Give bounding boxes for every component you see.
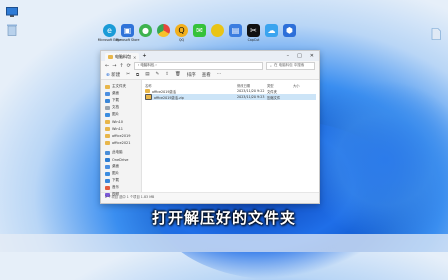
- cut-icon[interactable]: ✂: [126, 72, 130, 77]
- cloud-icon[interactable]: ☁: [264, 24, 279, 42]
- column-header-type[interactable]: 类型: [267, 83, 293, 88]
- share-icon[interactable]: ⇪: [165, 72, 169, 77]
- recycle-bin-icon[interactable]: [4, 22, 20, 38]
- monitor-icon[interactable]: [4, 4, 20, 20]
- taskbar: [0, 234, 448, 252]
- navigation-bar: ← → ↑ ⟳ › 电脑料包 › ⌕ 在 电脑料包 中搜索: [101, 61, 319, 70]
- close-button[interactable]: ✕: [310, 53, 314, 59]
- column-header-name[interactable]: 名称: [145, 83, 237, 88]
- sidebar-item[interactable]: 桌面: [101, 163, 141, 170]
- folder-icon: [108, 55, 113, 59]
- tab-current-folder[interactable]: 电脑料包 ✕: [105, 53, 140, 61]
- document-icon: [105, 105, 110, 110]
- video-subtitle: 打开解压好的文件夹: [151, 209, 296, 227]
- capcut-icon[interactable]: ✂ CapCut: [246, 24, 261, 42]
- file-explorer-window: 电脑料包 ✕ + – □ ✕ ← → ↑ ⟳ › 电脑料包 › ⌕ 在 电脑料包 …: [100, 50, 320, 204]
- file-list: 名称 修改日期 类型 大小 office2019激活 2023/11/20 9:…: [142, 80, 319, 192]
- sidebar-item[interactable]: 下载: [101, 177, 141, 184]
- column-header-date[interactable]: 修改日期: [237, 83, 267, 88]
- sidebar-item[interactable]: office2021: [101, 139, 141, 146]
- refresh-icon[interactable]: ⟳: [127, 63, 131, 69]
- paste-icon[interactable]: ▤: [145, 72, 149, 77]
- new-button[interactable]: ⊕ 新建: [106, 72, 120, 78]
- back-arrow-icon[interactable]: ←: [105, 63, 109, 69]
- chrome-icon[interactable]: [156, 24, 171, 42]
- sidebar-item[interactable]: 音乐: [101, 184, 141, 191]
- app-icon[interactable]: ▤: [228, 24, 243, 42]
- new-tab-icon[interactable]: +: [142, 53, 146, 59]
- desktop-icon: [105, 91, 110, 96]
- desktop-icon: [105, 164, 110, 169]
- folder-icon: [105, 126, 110, 131]
- picture-icon: [105, 112, 110, 117]
- tab-title: 电脑料包: [115, 54, 131, 59]
- cloud-icon: [105, 157, 110, 162]
- status-bar: 2 个项目 选中 1 个项目 1.83 MB: [101, 192, 319, 200]
- column-header-size[interactable]: 大小: [293, 83, 313, 88]
- folder-icon: [145, 89, 150, 93]
- home-icon: [105, 84, 110, 89]
- sidebar-item[interactable]: 图片: [101, 170, 141, 177]
- sidebar-item[interactable]: OneDrive: [101, 156, 141, 163]
- folder-icon: [105, 140, 110, 145]
- more-button[interactable]: ···: [217, 72, 221, 77]
- store-icon[interactable]: ▣ Microsoft Store: [116, 24, 139, 42]
- sidebar-item[interactable]: 桌面: [101, 90, 141, 97]
- blue-app-icon[interactable]: ⬢: [282, 24, 297, 42]
- copy-icon[interactable]: ⧉: [136, 72, 139, 78]
- address-bar[interactable]: › 电脑料包 ›: [133, 61, 263, 70]
- file-icon[interactable]: [428, 26, 444, 42]
- search-input[interactable]: ⌕ 在 电脑料包 中搜索: [266, 61, 315, 70]
- sort-button[interactable]: 排序: [187, 72, 196, 78]
- folder-icon: [105, 133, 110, 138]
- close-tab-icon[interactable]: ✕: [133, 55, 136, 60]
- title-bar: 电脑料包 ✕ + – □ ✕: [101, 51, 319, 61]
- sidebar-item[interactable]: Win11: [101, 125, 141, 132]
- yellow-app-icon[interactable]: [210, 24, 225, 42]
- search-icon: ⌕: [270, 63, 272, 68]
- qq-icon[interactable]: Q QQ: [174, 24, 189, 42]
- zip-folder-icon: [145, 94, 152, 100]
- wechat-icon[interactable]: ✉: [192, 24, 207, 42]
- picture-icon: [105, 171, 110, 176]
- navigation-pane: 主文件夹 桌面 下载 文档 图片 Win10 Win11 office2019 …: [101, 80, 142, 197]
- view-button[interactable]: 查看: [202, 72, 211, 78]
- plus-icon: ⊕: [106, 72, 110, 78]
- column-headers: 名称 修改日期 类型 大小: [145, 82, 316, 88]
- download-icon: [105, 98, 110, 103]
- folder-icon: [105, 119, 110, 124]
- delete-icon[interactable]: 🗑: [175, 72, 181, 77]
- this-pc-icon: [105, 150, 110, 155]
- download-icon: [105, 178, 110, 183]
- green-app-icon[interactable]: ●: [138, 24, 153, 42]
- maximize-button[interactable]: □: [297, 53, 302, 59]
- forward-arrow-icon[interactable]: →: [112, 63, 116, 69]
- sidebar-item[interactable]: Win10: [101, 118, 141, 125]
- up-arrow-icon[interactable]: ↑: [119, 63, 123, 69]
- sidebar-item[interactable]: 文档: [101, 104, 141, 111]
- minimize-button[interactable]: –: [287, 53, 290, 59]
- sidebar-item[interactable]: 下载: [101, 97, 141, 104]
- sidebar-item[interactable]: 图片: [101, 111, 141, 118]
- rename-icon[interactable]: ✎: [155, 72, 159, 77]
- sidebar-item[interactable]: 主文件夹: [101, 83, 141, 90]
- music-icon: [105, 185, 110, 190]
- sidebar-item[interactable]: office2019: [101, 132, 141, 139]
- desktop-shortcuts-row: e Microsoft Edge ▣ Microsoft Store ● Q QQ ✉…: [98, 24, 297, 42]
- command-bar: ⊕ 新建 ✂ ⧉ ▤ ✎ ⇪ 🗑 排序 查看 ···: [101, 70, 319, 80]
- sidebar-item[interactable]: 此电脑: [101, 149, 141, 156]
- file-row-selected[interactable]: office2019激活.zip 2023/11/20 9:23 压缩文件: [145, 94, 316, 100]
